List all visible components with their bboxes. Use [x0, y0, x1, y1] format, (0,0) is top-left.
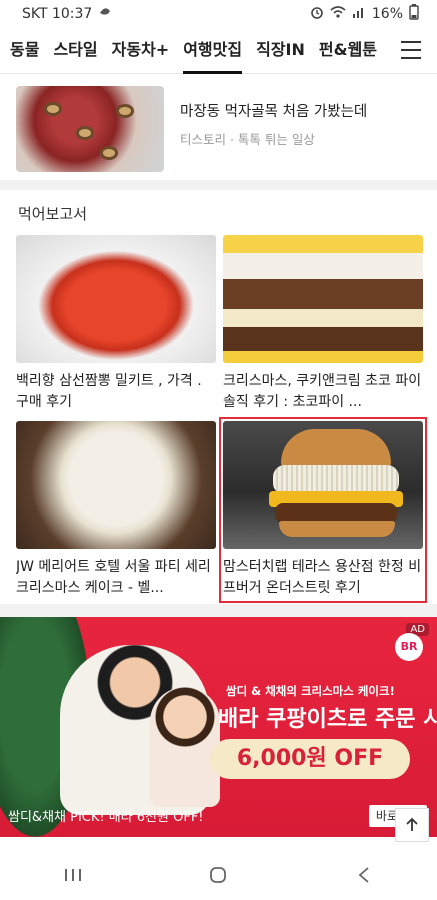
article-card-highlighted[interactable]: 맘스터치랩 테라스 용산점 한정 비프버거 온더스트릿 후기: [219, 417, 427, 603]
back-button[interactable]: [334, 855, 394, 895]
notification-icon: [98, 5, 112, 23]
ad-caption: 쌈디&채채 PICK! 배라 6천원 OFF!: [8, 810, 204, 825]
article-card[interactable]: 크리스마스, 쿠키앤크림 초코 파이 솔직 후기 : 초코파이 ...: [223, 235, 423, 413]
tab-animals[interactable]: 동물: [0, 28, 46, 74]
card-title: 크리스마스, 쿠키앤크림 초코 파이 솔직 후기 : 초코파이 ...: [223, 373, 422, 410]
arrow-up-icon: [406, 817, 418, 831]
card-title: JW 메리어트 호텔 서울 파티 세리 크리스마스 케이크 - 벨...: [16, 559, 211, 596]
article-source: 티스토리 · 톡톡 튀는 일상: [180, 132, 315, 147]
carrier-time: SKT 10:37: [22, 6, 93, 22]
tab-fun-webtoon[interactable]: 펀&웹툰: [312, 28, 384, 74]
card-thumbnail: [223, 421, 423, 549]
brand-logo: BR: [395, 633, 423, 661]
tab-work[interactable]: 직장IN: [249, 28, 312, 74]
system-navigation-bar: [0, 850, 437, 900]
battery-percent: 16%: [371, 6, 403, 22]
tab-style[interactable]: 스타일: [46, 28, 104, 74]
status-right: 16%: [310, 4, 419, 24]
article-card[interactable]: 백리향 삼선짬뽕 밀키트 , 가격 . 구매 후기: [16, 235, 216, 413]
ad-banner[interactable]: AD BR 쌈디 & 채채의 크리스마스 케이크! 배라 쿠팡이츠로 주문 시 …: [0, 617, 437, 837]
category-tabs: 동물 스타일 자동차+ 여행맛집 직장IN 펀&웹툰: [0, 28, 437, 74]
tab-cars[interactable]: 자동차+: [105, 28, 177, 74]
article-title: 마장동 먹자골목 처음 가봤는데: [180, 104, 368, 120]
scroll-to-top-button[interactable]: [395, 808, 429, 842]
section-title: 먹어보고서: [18, 205, 88, 223]
tab-travel-food[interactable]: 여행맛집: [176, 28, 249, 74]
card-thumbnail: [16, 235, 216, 363]
wifi-icon: [330, 5, 346, 23]
alarm-icon: [310, 5, 324, 23]
back-icon: [358, 867, 369, 883]
card-title: 백리향 삼선짬뽕 밀키트 , 가격 . 구매 후기: [16, 373, 202, 410]
ad-headline: 배라 쿠팡이츠로 주문 시: [218, 707, 437, 732]
status-left: SKT 10:37: [22, 5, 112, 23]
status-bar: SKT 10:37 16%: [0, 0, 437, 28]
article-card[interactable]: JW 메리어트 호텔 서울 파티 세리 크리스마스 케이크 - 벨...: [16, 421, 216, 599]
card-thumbnail: [223, 235, 423, 363]
home-button[interactable]: [188, 855, 248, 895]
ad-subhead: 쌈디 & 채채의 크리스마스 케이크!: [226, 684, 395, 698]
article-thumbnail: [16, 86, 164, 172]
battery-icon: [409, 4, 419, 24]
ad-child-image: [150, 687, 220, 807]
home-icon: [210, 867, 227, 883]
signal-icon: [352, 5, 366, 23]
section-divider: [0, 604, 437, 617]
card-title: 맘스터치랩 테라스 용산점 한정 비프버거 온더스트릿 후기: [223, 559, 422, 596]
article-list-item[interactable]: 마장동 먹자골목 처음 가봤는데 티스토리 · 톡톡 튀는 일상: [0, 74, 437, 179]
card-thumbnail: [16, 421, 216, 549]
recent-apps-icon: [64, 869, 81, 881]
ad-offer: 6,000원 OFF: [210, 739, 410, 779]
section-divider: [0, 180, 437, 190]
hamburger-menu-icon[interactable]: [401, 41, 421, 59]
recent-apps-button[interactable]: [43, 855, 103, 895]
